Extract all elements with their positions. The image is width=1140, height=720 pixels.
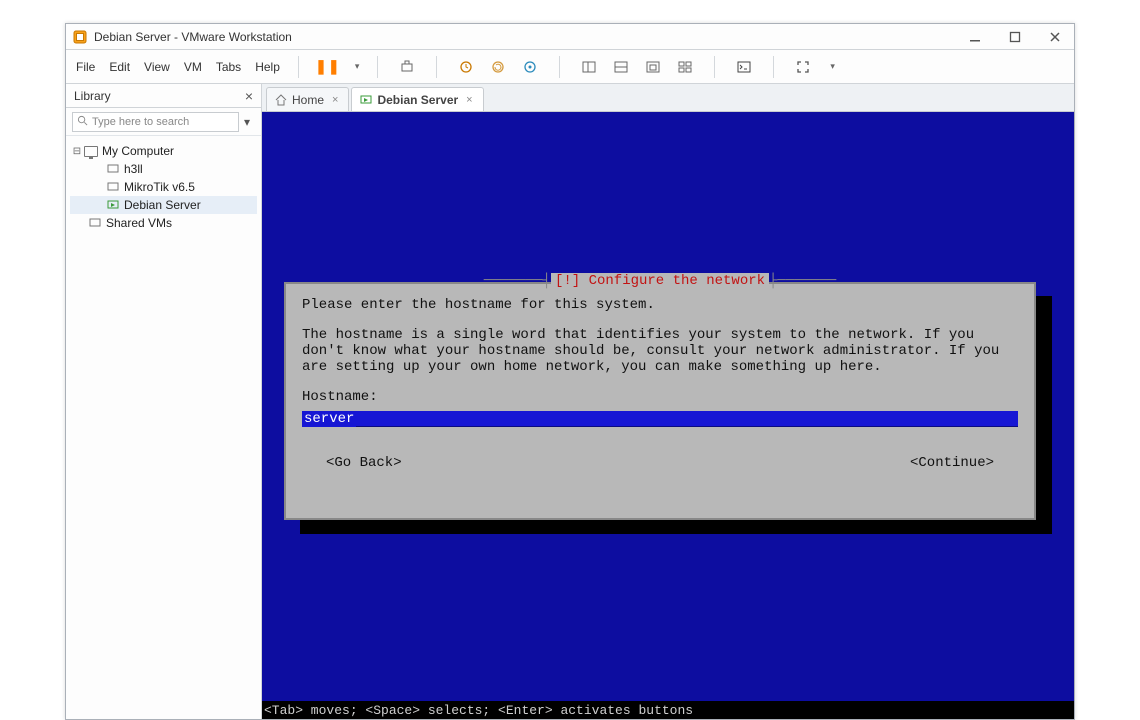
window-title: Debian Server - VMware Workstation: [94, 30, 292, 44]
hostname-fill: [356, 411, 1018, 427]
vm-running-icon: [360, 94, 372, 106]
view-mode-group: [578, 56, 696, 78]
menu-view[interactable]: View: [144, 60, 170, 74]
library-tree: ⊟ My Computer h3ll MikroTik v6.5: [66, 136, 261, 238]
continue-button[interactable]: <Continue>: [910, 455, 994, 471]
vm-running-icon: [106, 198, 120, 212]
library-search-row: Type here to search ▾: [66, 108, 261, 136]
tab-home[interactable]: Home ×: [266, 87, 349, 111]
hostname-input[interactable]: server: [302, 411, 1018, 427]
menu-help[interactable]: Help: [255, 60, 280, 74]
menu-vm[interactable]: VM: [184, 60, 202, 74]
separator: [377, 56, 378, 78]
window-controls: [962, 28, 1068, 46]
go-back-button[interactable]: <Go Back>: [326, 455, 402, 471]
search-icon: [77, 115, 88, 129]
view-unity-button[interactable]: [642, 56, 664, 78]
fullscreen-dropdown[interactable]: ▾: [830, 61, 835, 72]
snapshot-manager-button[interactable]: [519, 56, 541, 78]
library-search-input[interactable]: Type here to search: [72, 112, 239, 132]
menu-file[interactable]: File: [76, 60, 95, 74]
library-title: Library: [74, 89, 111, 103]
tree-label: Debian Server: [124, 198, 201, 212]
tree-label: My Computer: [102, 144, 174, 158]
menu-edit[interactable]: Edit: [109, 60, 130, 74]
tree-label: Shared VMs: [106, 216, 172, 230]
vm-icon: [106, 162, 120, 176]
tree-label: h3ll: [124, 162, 143, 176]
dialog-title-row: ───────┤ [!] Configure the network ├────…: [302, 273, 1018, 289]
tabstrip: Home × Debian Server ×: [262, 84, 1074, 112]
collapse-icon[interactable]: ⊟: [72, 146, 82, 157]
dialog-prompt: Please enter the hostname for this syste…: [302, 297, 1018, 313]
view-thumbnail-button[interactable]: [674, 56, 696, 78]
hostname-value: server: [302, 411, 356, 427]
tree-shared-vms[interactable]: Shared VMs: [70, 214, 257, 232]
vm-icon: [106, 180, 120, 194]
view-single-button[interactable]: [578, 56, 600, 78]
power-dropdown[interactable]: ▾: [355, 61, 360, 72]
vm-screen[interactable]: ───────┤ [!] Configure the network ├────…: [262, 112, 1074, 719]
installer-dialog: ───────┤ [!] Configure the network ├────…: [284, 282, 1036, 520]
send-ctrl-alt-del-button[interactable]: [396, 56, 418, 78]
tab-label: Home: [292, 93, 324, 107]
separator: [436, 56, 437, 78]
dialog-buttons: <Go Back> <Continue>: [302, 455, 1018, 471]
installer-footer: <Tab> moves; <Space> selects; <Enter> ac…: [262, 701, 1074, 719]
library-close-button[interactable]: ×: [245, 88, 253, 104]
menu-tabs[interactable]: Tabs: [216, 60, 241, 74]
monitor-icon: [84, 144, 98, 158]
body: Library × Type here to search ▾ ⊟ My Com…: [66, 84, 1074, 719]
library-panel: Library × Type here to search ▾ ⊟ My Com…: [66, 84, 262, 719]
maximize-button[interactable]: [1002, 28, 1028, 46]
tree-label: MikroTik v6.5: [124, 180, 195, 194]
tab-debian-server[interactable]: Debian Server ×: [351, 87, 483, 111]
tree-my-computer[interactable]: ⊟ My Computer: [70, 142, 257, 160]
titlebar: Debian Server - VMware Workstation: [66, 24, 1074, 50]
dialog-title-prefix: [!]: [555, 273, 580, 289]
tab-close-button[interactable]: ×: [466, 94, 472, 106]
revert-snapshot-button[interactable]: [487, 56, 509, 78]
pause-vm-button[interactable]: ❚❚: [317, 56, 339, 78]
footer-hint: <Tab> moves; <Space> selects; <Enter> ac…: [264, 703, 693, 718]
view-quick-button[interactable]: [610, 56, 632, 78]
library-header: Library ×: [66, 84, 261, 108]
app-icon: [72, 29, 88, 45]
dialog-title: Configure the network: [589, 273, 765, 289]
installer-screen: ───────┤ [!] Configure the network ├────…: [262, 112, 1074, 719]
snapshot-group: [455, 56, 541, 78]
dialog-help: The hostname is a single word that ident…: [302, 327, 1018, 375]
console-view-button[interactable]: [733, 56, 755, 78]
close-button[interactable]: [1042, 28, 1068, 46]
search-placeholder: Type here to search: [92, 116, 189, 128]
shared-icon: [88, 216, 102, 230]
tree-vm-item-selected[interactable]: Debian Server: [70, 196, 257, 214]
separator: [559, 56, 560, 78]
tab-label: Debian Server: [377, 93, 458, 107]
separator: [298, 56, 299, 78]
home-icon: [275, 94, 287, 106]
separator: [714, 56, 715, 78]
fullscreen-button[interactable]: [792, 56, 814, 78]
search-dropdown[interactable]: ▾: [239, 115, 255, 129]
app-window: Debian Server - VMware Workstation File …: [65, 23, 1075, 720]
minimize-button[interactable]: [962, 28, 988, 46]
menubar: File Edit View VM Tabs Help ❚❚ ▾ ▾: [66, 50, 1074, 84]
content-area: Home × Debian Server × ───────┤ [!] Conf…: [262, 84, 1074, 719]
separator: [773, 56, 774, 78]
tree-vm-item[interactable]: h3ll: [70, 160, 257, 178]
hostname-label: Hostname:: [302, 389, 1018, 405]
tree-vm-item[interactable]: MikroTik v6.5: [70, 178, 257, 196]
tab-close-button[interactable]: ×: [332, 94, 338, 106]
take-snapshot-button[interactable]: [455, 56, 477, 78]
